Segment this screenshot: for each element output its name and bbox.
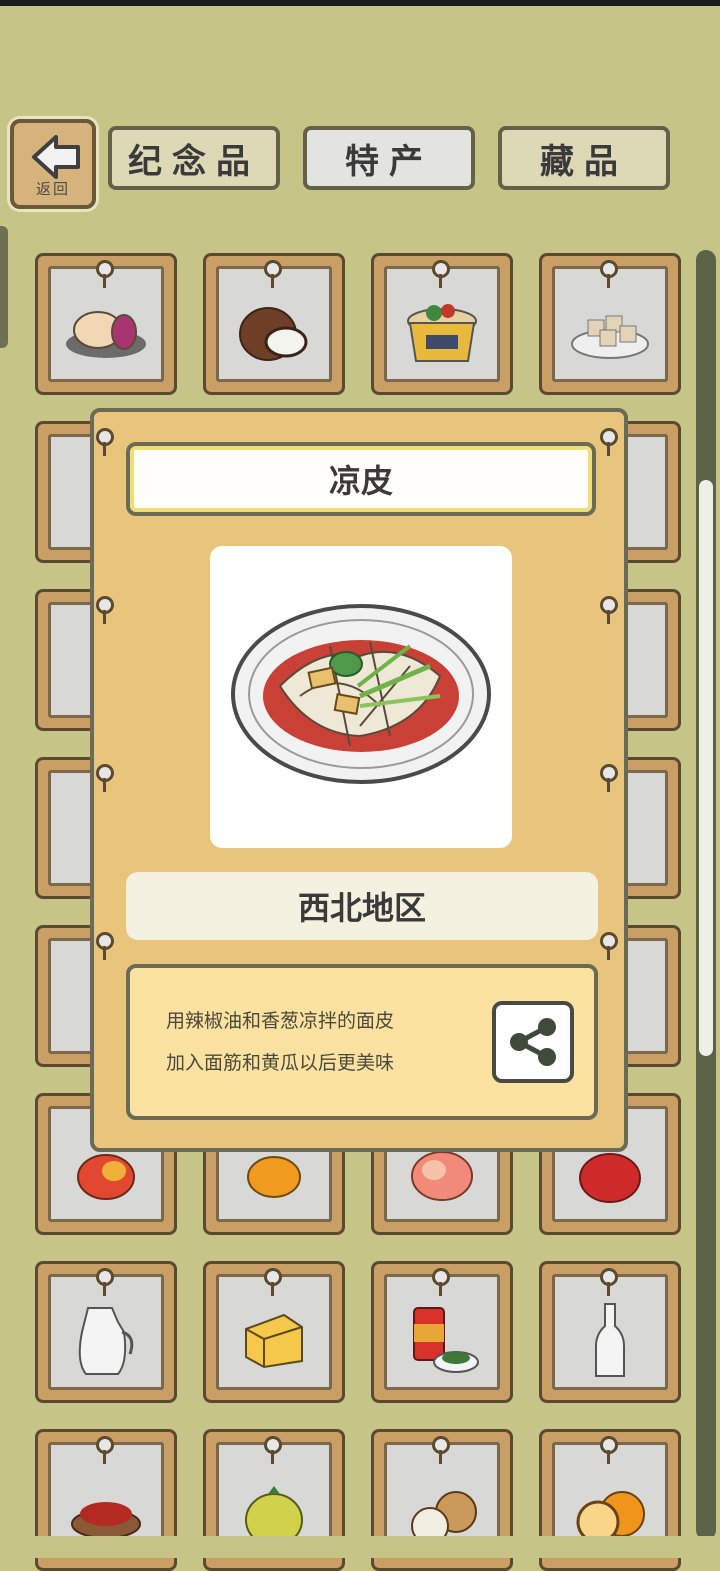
liangpi-plate-icon	[231, 604, 491, 784]
scrollbar-thumb[interactable]	[699, 480, 713, 1056]
tofu-icon	[571, 315, 649, 360]
apple-icon	[579, 1152, 641, 1203]
grid-card-glass-bottle[interactable]	[539, 1261, 681, 1403]
milk-jug-icon	[78, 1307, 134, 1376]
popup-title: 凉皮	[126, 442, 596, 516]
grid-card-tea-can[interactable]	[371, 1261, 513, 1403]
share-icon	[510, 1018, 556, 1066]
status-bar	[0, 0, 720, 6]
back-arrow-icon	[32, 135, 80, 179]
share-button[interactable]	[492, 1001, 574, 1083]
grid-card-coconut[interactable]	[203, 253, 345, 395]
description-line-2: 加入面筋和黄瓜以后更美味	[166, 1052, 395, 1074]
tab-specialties[interactable]: 特产	[303, 126, 475, 190]
tea-can-icon	[413, 1307, 479, 1374]
item-detail-popup[interactable]: 凉皮 西北地区 用辣椒油和香葱凉拌的面皮 加入面筋和黄瓜以后更美味	[90, 408, 628, 1152]
noodle-bowl-icon	[407, 304, 477, 363]
grid-card-tofu-plate[interactable]	[539, 253, 681, 395]
peach-icon	[411, 1150, 473, 1201]
tab-collection[interactable]: 藏品	[498, 126, 670, 190]
back-button[interactable]: 返回	[10, 119, 96, 209]
tab-souvenirs[interactable]: 纪念品	[108, 126, 280, 190]
popup-description-box: 用辣椒油和香葱凉拌的面皮 加入面筋和黄瓜以后更美味	[126, 964, 598, 1120]
popup-region: 西北地区	[126, 872, 598, 940]
bottom-strip	[0, 1536, 720, 1558]
cheese-icon	[245, 1314, 303, 1369]
coconut-icon	[239, 307, 308, 362]
grid-card-moon-cake[interactable]	[35, 253, 177, 395]
grid-card-cheese[interactable]	[203, 1261, 345, 1403]
dried-chilies-icon	[71, 1502, 141, 1540]
side-drawer-handle[interactable]	[0, 226, 8, 348]
grid-card-noodle-bowl[interactable]	[371, 253, 513, 395]
popup-item-image	[210, 546, 512, 848]
moon-cake-icon	[66, 311, 146, 359]
back-label: 返回	[35, 180, 70, 198]
grid-card-milk-jug[interactable]	[35, 1261, 177, 1403]
glass-bottle-icon	[595, 1303, 625, 1378]
mango-icon	[77, 1153, 135, 1200]
description-line-1: 用辣椒油和香葱凉拌的面皮	[166, 1010, 395, 1032]
orange-icon	[247, 1155, 301, 1198]
